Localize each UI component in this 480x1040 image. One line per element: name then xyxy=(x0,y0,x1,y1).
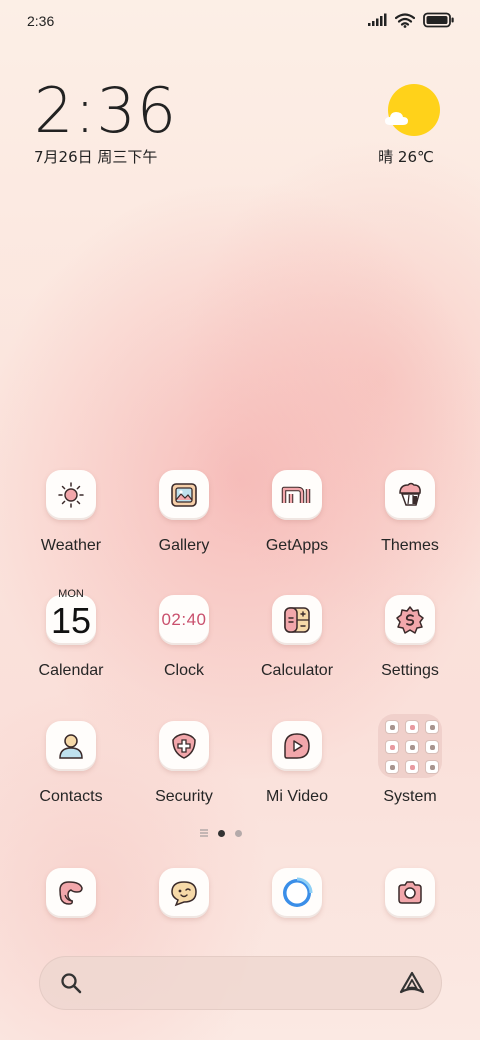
app-drawer-lines-icon xyxy=(200,829,208,837)
app-calculator[interactable]: Calculator xyxy=(247,595,347,680)
search-icon[interactable] xyxy=(59,971,83,995)
app-settings[interactable]: Settings xyxy=(360,595,460,680)
calculator-icon xyxy=(272,595,322,645)
app-label: Calendar xyxy=(38,662,104,679)
app-label: GetApps xyxy=(265,537,329,554)
folder-mini-app-icon xyxy=(385,760,399,774)
app-system-folder[interactable]: System xyxy=(360,714,460,806)
status-time: 2:36 xyxy=(27,13,55,29)
app-label: Contacts xyxy=(39,788,103,805)
app-mi-video[interactable]: Mi Video xyxy=(247,721,347,806)
clock-widget-date: 7月26日 周三下午 xyxy=(34,148,158,166)
weather-widget[interactable]: 晴 26℃ xyxy=(378,84,444,167)
app-calendar[interactable]: MON 15 Calendar xyxy=(21,588,121,680)
browser-icon xyxy=(272,868,322,918)
app-contacts[interactable]: Contacts xyxy=(21,721,121,806)
folder-mini-app-icon xyxy=(385,740,399,754)
dock-messages[interactable] xyxy=(134,868,234,918)
system-folder-icon xyxy=(378,714,442,778)
page-dot-active xyxy=(218,829,225,837)
wifi-icon xyxy=(395,12,415,28)
gallery-photo-icon xyxy=(159,470,209,520)
clock-icon: 02:40 xyxy=(159,595,209,645)
camera-icon xyxy=(385,868,435,918)
weather-sun-icon xyxy=(46,470,96,520)
folder-mini-app-icon xyxy=(405,740,419,754)
page-dot xyxy=(235,829,242,837)
calendar-weekday: MON xyxy=(58,588,84,600)
clock-icon-time: 02:40 xyxy=(161,610,207,629)
app-label: Settings xyxy=(381,662,439,679)
folder-mini-app-icon xyxy=(405,760,419,774)
app-label: Themes xyxy=(381,537,439,554)
app-label: System xyxy=(383,788,437,805)
themes-brush-icon xyxy=(385,470,435,520)
signal-icon xyxy=(368,13,387,26)
dock-camera[interactable] xyxy=(360,868,460,918)
page-indicator[interactable] xyxy=(200,829,242,837)
security-shield-icon xyxy=(159,721,209,771)
app-security[interactable]: Security xyxy=(134,721,234,806)
weather-condition: 晴 xyxy=(378,148,394,166)
sun-cloud-icon xyxy=(385,84,440,136)
folder-mini-app-icon xyxy=(385,720,399,734)
mi-store-icon xyxy=(272,470,322,520)
app-gallery[interactable]: Gallery xyxy=(134,470,234,555)
calendar-day: 15 xyxy=(50,600,92,641)
assistant-icon[interactable] xyxy=(397,970,427,996)
dock-browser[interactable] xyxy=(247,868,347,918)
weather-temperature: 26℃ xyxy=(397,148,434,166)
status-bar: 2:36 xyxy=(0,0,480,42)
weather-text: 晴 26℃ xyxy=(376,146,436,167)
battery-icon xyxy=(423,12,454,28)
calendar-icon: MON 15 xyxy=(46,588,96,645)
app-label: Security xyxy=(155,788,213,805)
settings-gear-icon xyxy=(385,595,435,645)
app-label: Gallery xyxy=(158,537,210,554)
app-getapps[interactable]: GetApps xyxy=(247,470,347,555)
app-clock[interactable]: 02:40 Clock xyxy=(134,595,234,680)
app-label: Clock xyxy=(163,662,204,679)
search-bar[interactable] xyxy=(39,956,442,1010)
app-label: Calculator xyxy=(260,662,334,679)
app-label: Mi Video xyxy=(266,788,328,805)
contact-person-icon xyxy=(46,721,96,771)
folder-mini-app-icon xyxy=(425,760,439,774)
app-label: Weather xyxy=(40,537,102,554)
phone-icon xyxy=(46,868,96,918)
messages-icon xyxy=(159,868,209,918)
clock-widget-time: 2:36 xyxy=(34,74,178,147)
clock-widget[interactable]: 2:36 7月26日 周三下午 xyxy=(34,78,177,167)
app-themes[interactable]: Themes xyxy=(360,470,460,555)
status-icons xyxy=(367,12,455,28)
folder-mini-app-icon xyxy=(425,720,439,734)
folder-mini-app-icon xyxy=(405,720,419,734)
app-weather[interactable]: Weather xyxy=(21,470,121,555)
dock-phone[interactable] xyxy=(21,868,121,918)
folder-mini-app-icon xyxy=(425,740,439,754)
video-play-icon xyxy=(272,721,322,771)
